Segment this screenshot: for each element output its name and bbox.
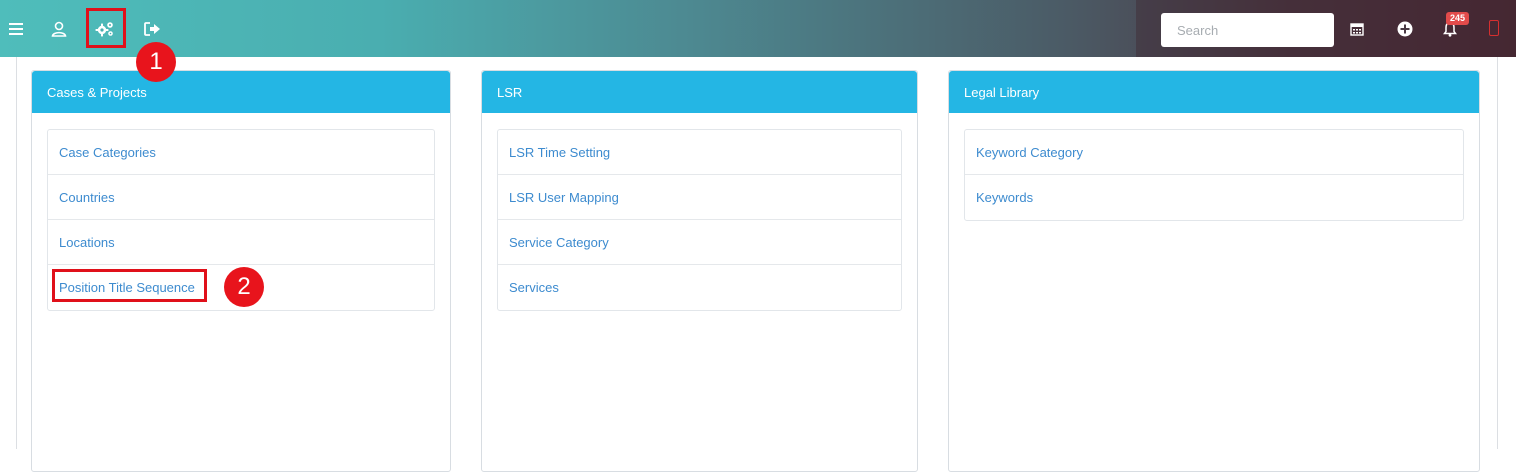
step-marker-2: 2: [224, 267, 264, 307]
settings-list: Keyword Category Keywords: [964, 129, 1464, 221]
panel-title: Legal Library: [949, 71, 1479, 113]
link-service-category[interactable]: Service Category: [498, 220, 901, 265]
link-keywords[interactable]: Keywords: [965, 175, 1463, 220]
panel-title: Cases & Projects: [32, 71, 450, 113]
logout-icon[interactable]: [139, 16, 165, 42]
top-navbar: 245: [0, 0, 1516, 57]
link-locations[interactable]: Locations: [48, 220, 434, 265]
calendar-icon[interactable]: [1344, 16, 1370, 42]
link-lsr-time-setting[interactable]: LSR Time Setting: [498, 130, 901, 175]
search-input[interactable]: [1161, 13, 1334, 47]
menu-icon[interactable]: [3, 16, 29, 42]
add-circle-icon[interactable]: [1392, 16, 1418, 42]
notification-count-badge: 245: [1446, 12, 1470, 25]
link-countries[interactable]: Countries: [48, 175, 434, 220]
link-services[interactable]: Services: [498, 265, 901, 310]
step-marker-1: 1: [136, 42, 176, 82]
link-lsr-user-mapping[interactable]: LSR User Mapping: [498, 175, 901, 220]
settings-list: LSR Time Setting LSR User Mapping Servic…: [497, 129, 902, 311]
link-keyword-category[interactable]: Keyword Category: [965, 130, 1463, 175]
settings-gears-icon[interactable]: [92, 16, 118, 42]
link-case-categories[interactable]: Case Categories: [48, 130, 434, 175]
mobile-icon[interactable]: [1489, 20, 1499, 36]
panel-lsr: LSR LSR Time Setting LSR User Mapping Se…: [481, 70, 918, 472]
panel-legal-library: Legal Library Keyword Category Keywords: [948, 70, 1480, 472]
panel-title: LSR: [482, 71, 917, 113]
user-icon[interactable]: [46, 16, 72, 42]
